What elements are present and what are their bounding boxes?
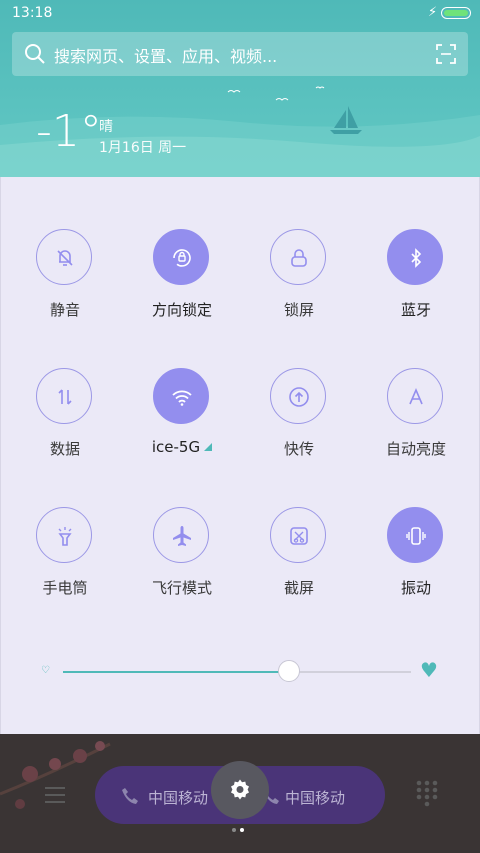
toggle-mute[interactable]: 静音 xyxy=(10,229,120,339)
toggle-circle xyxy=(387,507,443,563)
auto-brightness-icon xyxy=(409,387,423,405)
quick-transfer-icon xyxy=(289,387,309,407)
toggle-screenshot[interactable]: 截屏 xyxy=(244,507,354,617)
search-bar[interactable]: 搜索网页、设置、应用、视频... xyxy=(12,32,468,76)
flashlight-icon xyxy=(58,527,72,546)
vibrate-icon xyxy=(406,527,426,545)
toggle-circle xyxy=(270,507,326,563)
quick-settings-panel: 静音 方向锁定 锁屏 蓝牙 数据 ice-5G 快传 自动亮度 手电筒 飞行模式… xyxy=(0,177,480,734)
weather-temperature: -1° xyxy=(36,106,102,157)
toggle-circle xyxy=(270,368,326,424)
mobile-data-icon xyxy=(58,389,72,405)
status-time: 13:18 xyxy=(12,5,53,21)
wifi-network-name: ice-5G xyxy=(151,438,201,456)
toggle-circle xyxy=(387,229,443,285)
page-dot xyxy=(232,828,236,832)
lock-icon xyxy=(291,249,307,267)
toggle-lock-screen[interactable]: 锁屏 xyxy=(244,229,354,339)
brightness-fill xyxy=(63,671,290,673)
menu-icon[interactable] xyxy=(44,786,66,804)
phone-icon xyxy=(122,788,138,804)
toggle-label: 蓝牙 xyxy=(400,301,431,319)
toggle-circle xyxy=(153,229,209,285)
toggle-bluetooth[interactable]: 蓝牙 xyxy=(361,229,471,339)
bluetooth-icon xyxy=(411,248,422,268)
toggle-circle xyxy=(36,229,92,285)
toggle-label: 数据 xyxy=(49,440,80,458)
toggle-wifi[interactable]: ice-5G xyxy=(127,368,237,478)
rotation-lock-icon xyxy=(173,249,191,267)
toggle-label: 锁屏 xyxy=(283,301,314,319)
mute-bell-icon xyxy=(57,250,73,266)
toggle-mobile-data[interactable]: 数据 xyxy=(10,368,120,478)
charging-icon: ⚡ xyxy=(428,5,438,20)
toggle-label: 快传 xyxy=(283,440,314,458)
search-icon xyxy=(25,44,45,64)
toggle-label: 截屏 xyxy=(283,579,314,597)
notification-header: 13:18 ⚡ 搜索网页、设置、应用、视频... -1° 晴 1月16日 周一 xyxy=(0,0,480,177)
sim2-carrier-label: 中国移动 xyxy=(285,789,346,807)
toggle-label: 静音 xyxy=(49,301,80,319)
screenshot-icon xyxy=(290,527,308,545)
sim1-carrier-label: 中国移动 xyxy=(148,789,209,807)
toggle-rotation-lock[interactable]: 方向锁定 xyxy=(127,229,237,339)
airplane-icon xyxy=(173,526,191,546)
toggle-label: 方向锁定 xyxy=(151,301,212,319)
weather-condition: 晴 xyxy=(99,119,113,135)
brightness-thumb[interactable] xyxy=(278,660,301,682)
toggle-label: 飞行模式 xyxy=(151,579,212,597)
toggle-label: 振动 xyxy=(400,579,431,597)
keypad-icon[interactable] xyxy=(416,780,438,808)
toggle-quick-transfer[interactable]: 快传 xyxy=(244,368,354,478)
battery-icon xyxy=(441,7,471,19)
page-indicator xyxy=(232,828,248,834)
page-dot xyxy=(240,828,244,832)
toggle-circle xyxy=(270,229,326,285)
toggle-label: ice-5G xyxy=(127,438,237,456)
brightness-slider[interactable]: ♡ ♥ xyxy=(41,657,441,687)
toggle-vibrate[interactable]: 振动 xyxy=(361,507,471,617)
toggle-circle xyxy=(36,368,92,424)
toggle-circle xyxy=(36,507,92,563)
wifi-signal-icon xyxy=(204,443,213,451)
toggle-label: 自动亮度 xyxy=(385,440,446,458)
toggle-auto-brightness[interactable]: 自动亮度 xyxy=(361,368,471,478)
toggle-circle xyxy=(153,368,209,424)
scan-icon[interactable] xyxy=(436,44,456,64)
gear-icon xyxy=(231,779,249,800)
weather-date: 1月16日 周一 xyxy=(99,140,187,156)
brightness-high-icon: ♥ xyxy=(420,658,438,682)
settings-button[interactable] xyxy=(211,761,269,819)
toggle-label: 手电筒 xyxy=(42,579,88,597)
toggle-airplane-mode[interactable]: 飞行模式 xyxy=(127,507,237,617)
toggle-circle xyxy=(387,368,443,424)
brightness-low-icon: ♡ xyxy=(41,665,50,676)
toggle-flashlight[interactable]: 手电筒 xyxy=(10,507,120,617)
wifi-icon xyxy=(172,390,192,406)
toggle-circle xyxy=(153,507,209,563)
search-placeholder: 搜索网页、设置、应用、视频... xyxy=(54,47,278,66)
status-bar: 13:18 ⚡ xyxy=(0,0,480,26)
